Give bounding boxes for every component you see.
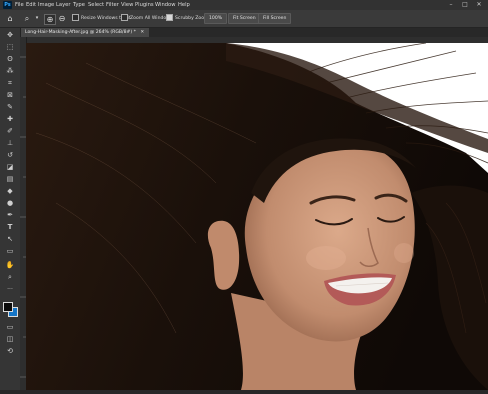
fit-screen-button[interactable]: Fit Screen [228,13,261,24]
frame-tool-icon[interactable]: ⊠ [3,90,17,101]
document-tab[interactable]: Long-Hair-Masking-After.jpg @ 264% (RGB/… [20,28,150,37]
pen-tool-icon[interactable]: ✒ [3,210,17,221]
document-canvas[interactable] [26,43,488,390]
menu-edit[interactable]: Edit [26,0,36,10]
dodge-tool-icon[interactable]: ● [3,198,17,209]
zoom-all-windows-checkbox[interactable]: Zoom All Windows [121,14,172,23]
type-tool-icon[interactable]: T [3,222,17,233]
blur-tool-icon[interactable]: ◆ [3,186,17,197]
menu-help[interactable]: Help [178,0,190,10]
menu-plugins[interactable]: Plugins [135,0,154,10]
menu-select[interactable]: Select [88,0,104,10]
menu-filter[interactable]: Filter [106,0,119,10]
maximize-button[interactable]: □ [458,0,472,10]
brush-tool-icon[interactable]: ✐ [3,126,17,137]
move-tool-icon[interactable]: ✥ [3,30,17,41]
fill-screen-button[interactable]: Fill Screen [258,13,292,24]
spot-healing-tool-icon[interactable]: ✚ [3,114,17,125]
history-brush-tool-icon[interactable]: ↺ [3,150,17,161]
rotate-view-icon[interactable]: ⟲ [3,346,17,357]
zoom-icon[interactable]: ⌕ [22,14,32,23]
menu-file[interactable]: File [15,0,24,10]
menu-view[interactable]: View [121,0,133,10]
magic-wand-tool-icon[interactable]: ⁂ [3,66,17,77]
quick-mask-icon[interactable]: ▭ [3,322,17,333]
options-bar: ⌂ ⌕ ▾ ⊕ ⊖ Resize Windows to Fit Zoom All… [0,10,488,28]
crop-tool-icon[interactable]: ⌗ [3,78,17,89]
menu-type[interactable]: Type [73,0,85,10]
zoom-tool-icon[interactable]: ⌕ [3,272,17,283]
zoom-out-icon[interactable]: ⊖ [57,14,67,23]
photo-woman-long-hair [26,43,488,390]
tools-panel: ✥ ⬚ ʘ ⁂ ⌗ ⊠ ✎ ✚ ✐ ⊥ ↺ ◪ ▤ ◆ ● ✒ T ↖ ▭ ✋ … [0,28,21,390]
marquee-tool-icon[interactable]: ⬚ [3,42,17,53]
rectangle-tool-icon[interactable]: ▭ [3,246,17,257]
home-icon[interactable]: ⌂ [5,14,15,23]
photoshop-logo-icon[interactable]: Ps [3,1,12,9]
menu-window[interactable]: Window [155,0,175,10]
chevron-down-icon[interactable]: ▾ [32,14,42,23]
eyedropper-tool-icon[interactable]: ✎ [3,102,17,113]
minimize-button[interactable]: – [444,0,458,10]
close-tab-icon[interactable]: ✕ [140,30,144,35]
lasso-tool-icon[interactable]: ʘ [3,54,17,65]
menu-layer[interactable]: Layer [56,0,70,10]
zoom-in-icon[interactable]: ⊕ [44,14,56,25]
document-tab-label: Long-Hair-Masking-After.jpg @ 264% (RGB/… [25,30,136,35]
screen-mode-icon[interactable]: ◫ [3,334,17,345]
clone-stamp-tool-icon[interactable]: ⊥ [3,138,17,149]
menu-bar: Ps File Edit Image Layer Type Select Fil… [0,0,488,10]
menu-image[interactable]: Image [38,0,54,10]
gradient-tool-icon[interactable]: ▤ [3,174,17,185]
more-tools-icon[interactable]: ··· [3,284,17,295]
eraser-tool-icon[interactable]: ◪ [3,162,17,173]
path-selection-tool-icon[interactable]: ↖ [3,234,17,245]
document-tab-bar: Long-Hair-Masking-After.jpg @ 264% (RGB/… [20,28,488,37]
close-window-button[interactable]: ✕ [472,0,486,10]
scrubby-zoom-checkbox[interactable]: Scrubby Zoom [166,14,209,23]
foreground-color-swatch[interactable] [3,302,13,312]
hand-tool-icon[interactable]: ✋ [3,260,17,271]
zoom-100-button[interactable]: 100% [204,13,228,24]
